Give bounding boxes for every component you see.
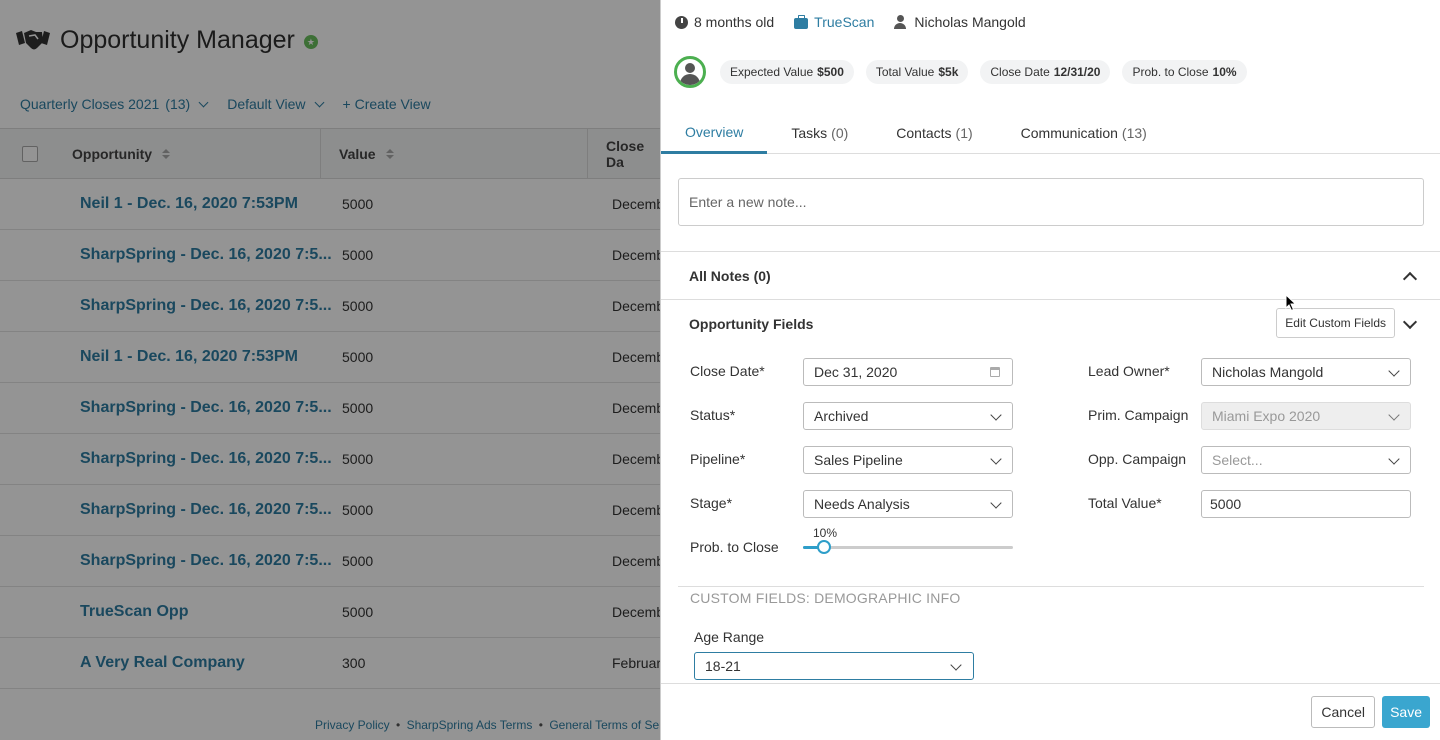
- chevron-down-icon: [950, 659, 962, 671]
- chevron-down-icon: [1388, 365, 1400, 377]
- prob-to-close-slider[interactable]: [803, 540, 1013, 554]
- age-range-label: Age Range: [694, 629, 765, 645]
- chevron-down-icon: [1388, 409, 1400, 421]
- all-notes-section[interactable]: All Notes (0): [661, 251, 1440, 299]
- chevron-up-icon[interactable]: [1402, 271, 1418, 287]
- chevron-down-icon: [990, 409, 1002, 421]
- briefcase-icon: [794, 14, 809, 29]
- prob-to-close-label: Prob. to Close: [690, 539, 779, 555]
- opp-campaign-select[interactable]: Select...: [1201, 446, 1411, 474]
- chip-total-value: Total Value $5k: [865, 60, 969, 84]
- user-icon: [894, 15, 908, 29]
- avatar[interactable]: [674, 56, 706, 88]
- age-range-select[interactable]: 18-21: [694, 652, 974, 680]
- cancel-button[interactable]: Cancel: [1311, 696, 1375, 728]
- prim-campaign-select: Miami Expo 2020: [1201, 402, 1411, 430]
- opp-campaign-label: Opp. Campaign: [1088, 451, 1187, 467]
- lead-owner-select[interactable]: Nicholas Mangold: [1201, 358, 1411, 386]
- clock-icon: [675, 15, 688, 29]
- lead-owner-label: Lead Owner*: [1088, 363, 1170, 379]
- mouse-cursor-icon: [1285, 294, 1297, 312]
- calendar-icon: [990, 367, 1000, 377]
- slider-handle[interactable]: [817, 540, 831, 554]
- status-label: Status*: [690, 407, 736, 423]
- close-date-field[interactable]: Dec 31, 2020: [803, 358, 1013, 386]
- chip-expected-value: Expected Value $500: [720, 60, 854, 84]
- save-button[interactable]: Save: [1382, 696, 1430, 728]
- panel-tabs: Overview Tasks (0) Contacts (1) Communicat…: [661, 112, 1440, 154]
- panel-footer: Cancel Save: [661, 683, 1440, 740]
- chevron-down-icon: [1388, 453, 1400, 465]
- chip-close-date: Close Date 12/31/20: [980, 60, 1111, 84]
- chevron-down-icon[interactable]: [1402, 314, 1418, 330]
- tab-contacts[interactable]: Contacts (1): [872, 112, 996, 154]
- stage-label: Stage*: [690, 495, 733, 511]
- status-select[interactable]: Archived: [803, 402, 1013, 430]
- custom-fields-header: CUSTOM FIELDS: DEMOGRAPHIC INFO: [690, 590, 961, 606]
- edit-custom-fields-button[interactable]: Edit Custom Fields: [1276, 308, 1395, 338]
- prob-slider-value: 10%: [813, 526, 838, 540]
- chevron-down-icon: [990, 453, 1002, 465]
- chevron-down-icon: [990, 497, 1002, 509]
- section-divider: [678, 586, 1424, 587]
- total-value-input[interactable]: 5000: [1201, 490, 1411, 518]
- opportunity-meta: 8 months old TrueScan Nicholas Mangold: [675, 14, 1026, 30]
- pipeline-select[interactable]: Sales Pipeline: [803, 446, 1013, 474]
- total-value-label: Total Value*: [1088, 495, 1162, 511]
- tab-tasks[interactable]: Tasks (0): [767, 112, 872, 154]
- modal-overlay[interactable]: [0, 0, 660, 740]
- new-note-input[interactable]: Enter a new note...: [678, 178, 1424, 226]
- age-text: 8 months old: [694, 14, 775, 30]
- prim-campaign-label: Prim. Campaign: [1088, 407, 1189, 423]
- summary-chips: Expected Value $500 Total Value $5k Close …: [720, 60, 1247, 84]
- stage-select[interactable]: Needs Analysis: [803, 490, 1013, 518]
- company-link[interactable]: TrueScan: [814, 14, 874, 30]
- opportunity-detail-panel: 8 months old TrueScan Nicholas Mangold E…: [660, 0, 1440, 740]
- tab-overview[interactable]: Overview: [661, 112, 768, 154]
- close-date-label: Close Date*: [690, 363, 765, 379]
- tab-communication[interactable]: Communication (13): [997, 112, 1171, 154]
- pipeline-label: Pipeline*: [690, 451, 746, 467]
- chip-prob-to-close: Prob. to Close 10%: [1122, 60, 1247, 84]
- owner-name: Nicholas Mangold: [914, 14, 1026, 30]
